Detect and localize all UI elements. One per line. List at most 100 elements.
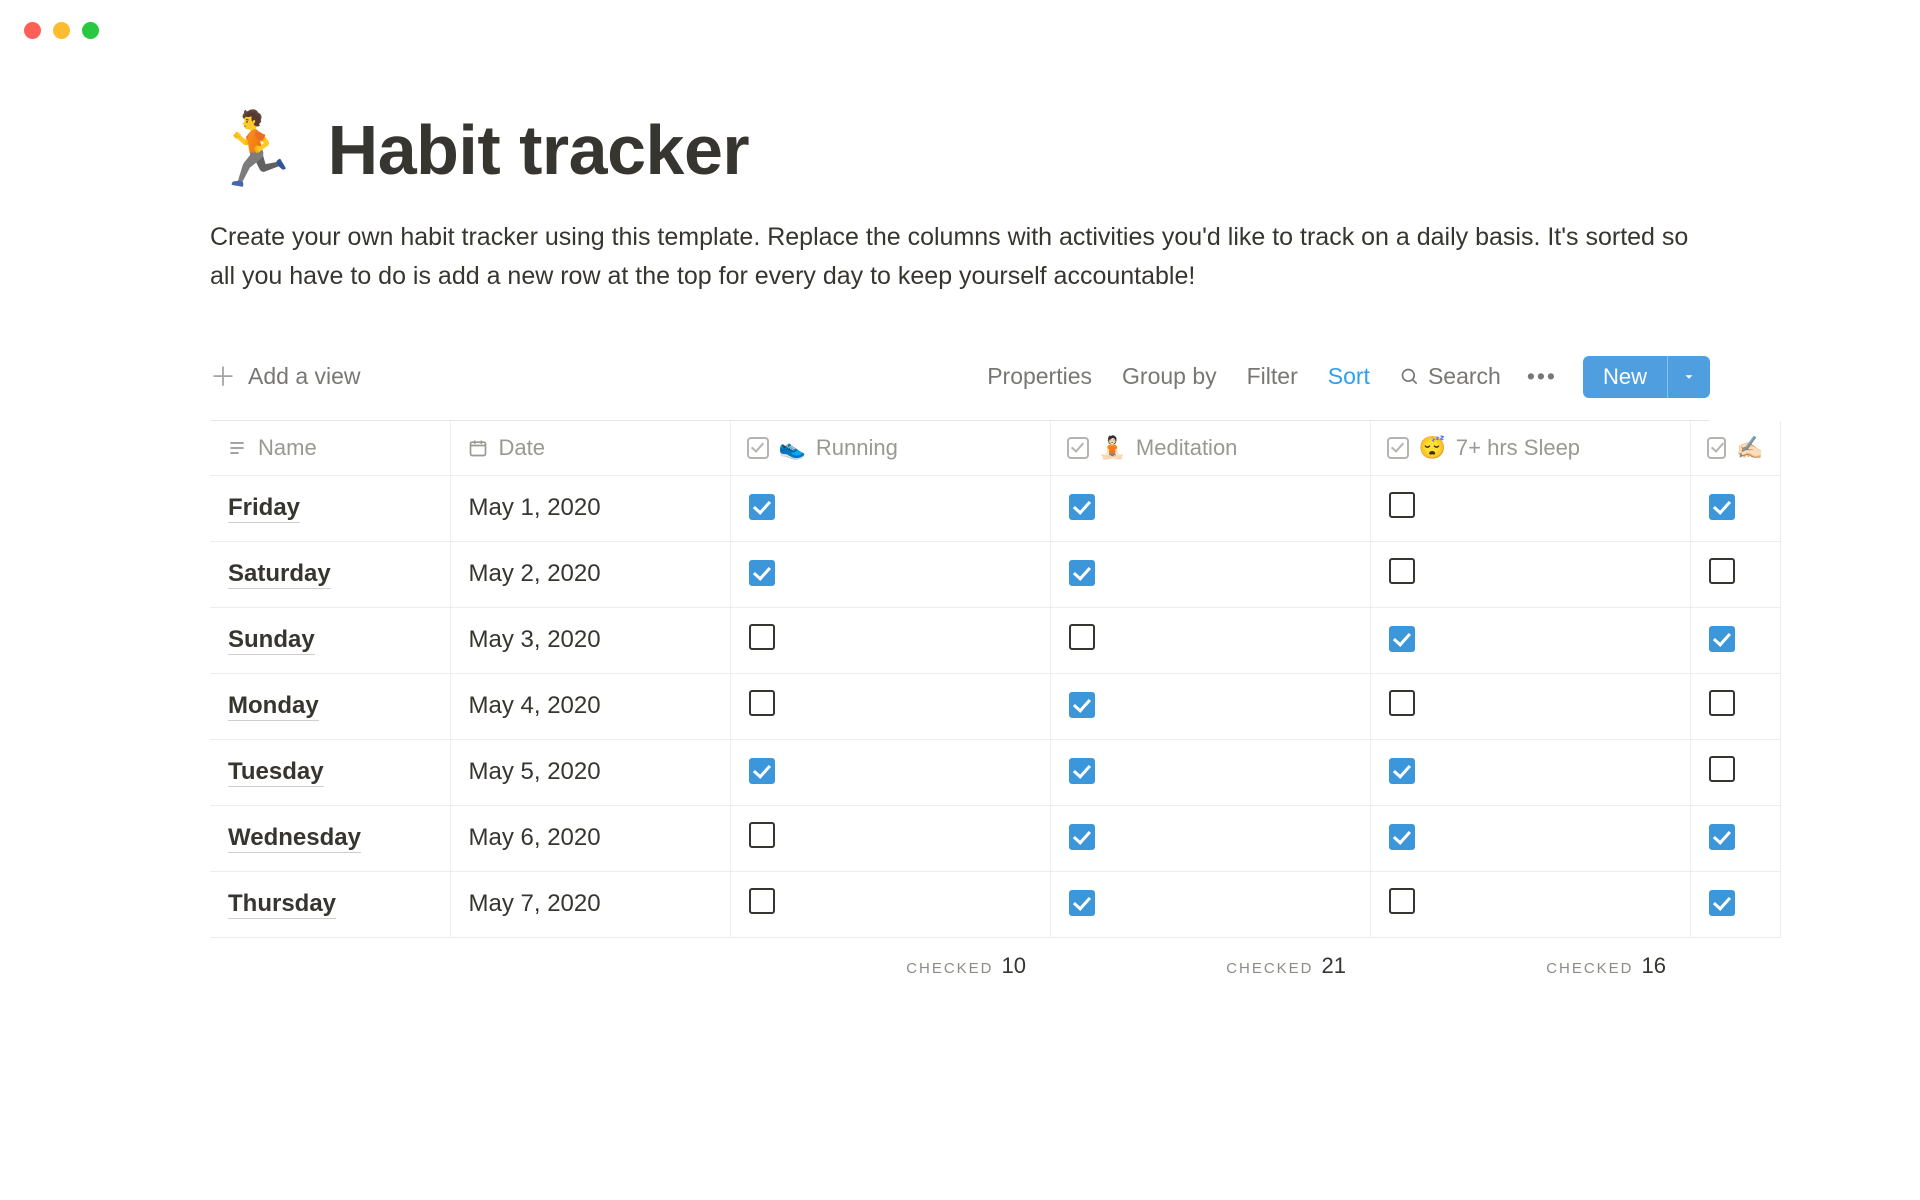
page-description[interactable]: Create your own habit tracker using this… [210,218,1710,296]
cell-writing[interactable] [1690,871,1780,937]
checkbox[interactable] [1389,888,1415,914]
close-window-dot[interactable] [24,22,41,39]
cell-date[interactable]: May 2, 2020 [450,541,730,607]
table-row[interactable]: MondayMay 4, 2020 [210,673,1780,739]
cell-running[interactable] [730,607,1050,673]
cell-date[interactable]: May 3, 2020 [450,607,730,673]
cell-sleep[interactable] [1370,475,1690,541]
table-row[interactable]: SaturdayMay 2, 2020 [210,541,1780,607]
checkbox[interactable] [1069,758,1095,784]
cell-date[interactable]: May 4, 2020 [450,673,730,739]
checkbox[interactable] [749,758,775,784]
page-icon[interactable]: 🏃 [210,114,300,186]
sort-button[interactable]: Sort [1328,363,1370,390]
checkbox[interactable] [1069,692,1095,718]
cell-meditation[interactable] [1050,607,1370,673]
page-title[interactable]: Habit tracker [328,110,749,190]
checkbox[interactable] [1709,690,1735,716]
filter-button[interactable]: Filter [1247,363,1298,390]
cell-running[interactable] [730,673,1050,739]
checkbox[interactable] [1069,824,1095,850]
cell-name[interactable]: Friday [210,475,450,541]
column-header-writing[interactable]: ✍🏻 [1690,421,1780,476]
checkbox[interactable] [1389,690,1415,716]
cell-writing[interactable] [1690,673,1780,739]
checkbox[interactable] [1709,558,1735,584]
cell-running[interactable] [730,739,1050,805]
cell-running[interactable] [730,871,1050,937]
cell-name[interactable]: Wednesday [210,805,450,871]
cell-sleep[interactable] [1370,607,1690,673]
cell-writing[interactable] [1690,607,1780,673]
checkbox[interactable] [749,822,775,848]
table-row[interactable]: ThursdayMay 7, 2020 [210,871,1780,937]
checkbox[interactable] [1069,890,1095,916]
cell-meditation[interactable] [1050,871,1370,937]
checkbox[interactable] [1389,626,1415,652]
cell-writing[interactable] [1690,739,1780,805]
checkbox[interactable] [1389,558,1415,584]
checkbox[interactable] [749,888,775,914]
checkbox[interactable] [1709,626,1735,652]
checkbox[interactable] [749,560,775,586]
column-header-running[interactable]: 👟 Running [730,421,1050,476]
zoom-window-dot[interactable] [82,22,99,39]
cell-sleep[interactable] [1370,541,1690,607]
column-header-date[interactable]: Date [450,421,730,476]
checkbox[interactable] [1709,756,1735,782]
cell-meditation[interactable] [1050,541,1370,607]
checkbox[interactable] [1389,492,1415,518]
new-dropdown-button[interactable] [1667,356,1710,398]
cell-meditation[interactable] [1050,805,1370,871]
table-row[interactable]: WednesdayMay 6, 2020 [210,805,1780,871]
cell-running[interactable] [730,541,1050,607]
cell-name[interactable]: Tuesday [210,739,450,805]
add-view-button[interactable]: ＋ Add a view [210,363,361,390]
checkbox[interactable] [749,494,775,520]
checkbox[interactable] [1709,890,1735,916]
cell-sleep[interactable] [1370,871,1690,937]
cell-writing[interactable] [1690,805,1780,871]
cell-sleep[interactable] [1370,673,1690,739]
cell-writing[interactable] [1690,541,1780,607]
column-header-sleep[interactable]: 😴 7+ hrs Sleep [1370,421,1690,476]
column-header-name[interactable]: Name [210,421,450,476]
table-row[interactable]: FridayMay 1, 2020 [210,475,1780,541]
cell-sleep[interactable] [1370,805,1690,871]
cell-sleep[interactable] [1370,739,1690,805]
checkbox[interactable] [1709,494,1735,520]
footer-meditation-count: CHECKED21 [1050,937,1370,994]
cell-meditation[interactable] [1050,673,1370,739]
cell-date[interactable]: May 1, 2020 [450,475,730,541]
cell-running[interactable] [730,805,1050,871]
properties-button[interactable]: Properties [987,363,1092,390]
checkbox[interactable] [1069,624,1095,650]
cell-meditation[interactable] [1050,739,1370,805]
checkbox[interactable] [749,690,775,716]
sleep-emoji-icon: 😴 [1419,435,1446,461]
cell-running[interactable] [730,475,1050,541]
cell-name[interactable]: Sunday [210,607,450,673]
cell-date[interactable]: May 5, 2020 [450,739,730,805]
search-button[interactable]: Search [1400,363,1501,390]
checkbox[interactable] [1709,824,1735,850]
checkbox[interactable] [1389,824,1415,850]
checkbox[interactable] [1069,560,1095,586]
checkbox[interactable] [749,624,775,650]
table-row[interactable]: SundayMay 3, 2020 [210,607,1780,673]
new-button[interactable]: New [1583,356,1667,398]
more-options-button[interactable]: ••• [1527,363,1557,390]
cell-name[interactable]: Saturday [210,541,450,607]
group-by-button[interactable]: Group by [1122,363,1217,390]
checkbox[interactable] [1389,758,1415,784]
cell-writing[interactable] [1690,475,1780,541]
table-row[interactable]: TuesdayMay 5, 2020 [210,739,1780,805]
column-header-meditation[interactable]: 🧘🏻 Meditation [1050,421,1370,476]
cell-meditation[interactable] [1050,475,1370,541]
minimize-window-dot[interactable] [53,22,70,39]
cell-name[interactable]: Monday [210,673,450,739]
checkbox[interactable] [1069,494,1095,520]
cell-name[interactable]: Thursday [210,871,450,937]
cell-date[interactable]: May 7, 2020 [450,871,730,937]
cell-date[interactable]: May 6, 2020 [450,805,730,871]
